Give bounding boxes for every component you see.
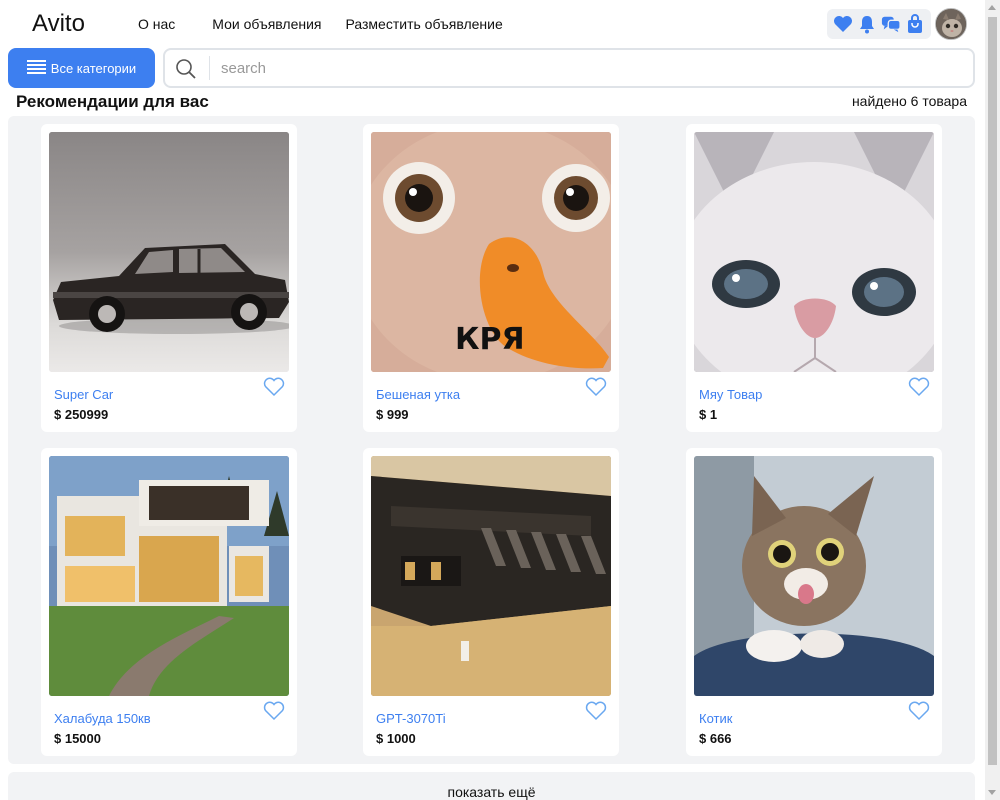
scroll-down-arrow[interactable]: [988, 790, 996, 795]
main-nav: О нас Мои объявления Разместить объявлен…: [138, 16, 503, 32]
vertical-scrollbar[interactable]: [985, 0, 1000, 800]
heart-icon[interactable]: [833, 14, 853, 34]
heart-outline-icon[interactable]: [585, 377, 607, 397]
product-title[interactable]: Мяу Товар: [699, 387, 762, 402]
all-categories-button[interactable]: Все категории: [8, 48, 155, 88]
heart-outline-icon[interactable]: [585, 701, 607, 721]
avatar[interactable]: [935, 8, 967, 40]
results-count: найдено 6 товара: [851, 93, 967, 109]
search-box: [163, 48, 975, 88]
product-price: $ 1000: [376, 731, 416, 746]
product-image[interactable]: [371, 456, 611, 696]
heart-outline-icon[interactable]: [263, 701, 285, 721]
product-card[interactable]: Мяу Товар $ 1: [686, 124, 942, 432]
product-image[interactable]: [694, 456, 934, 696]
image-caption: КРЯ: [455, 322, 525, 357]
show-more-label: показать ещё: [447, 784, 536, 800]
product-grid: Super Car $ 250999 КРЯ Бешеная утка $ 99…: [8, 116, 975, 764]
product-title[interactable]: GPT-3070Ti: [376, 711, 446, 726]
product-image[interactable]: [694, 132, 934, 372]
search-input[interactable]: [221, 57, 921, 79]
heart-outline-icon[interactable]: [908, 701, 930, 721]
product-card[interactable]: Super Car $ 250999: [41, 124, 297, 432]
product-card[interactable]: КРЯ Бешеная утка $ 999: [363, 124, 619, 432]
product-image[interactable]: КРЯ: [371, 132, 611, 372]
heart-outline-icon[interactable]: [908, 377, 930, 397]
product-image[interactable]: [49, 132, 289, 372]
section-title: Рекомендации для вас: [16, 92, 209, 111]
search-divider: [209, 56, 210, 80]
search-icon[interactable]: [175, 58, 197, 80]
product-title[interactable]: Бешеная утка: [376, 387, 460, 402]
header-icon-group: [827, 9, 931, 39]
product-title[interactable]: Халабуда 150кв: [54, 711, 151, 726]
nav-post-ad[interactable]: Разместить объявление: [346, 16, 503, 32]
product-price: $ 999: [376, 407, 409, 422]
product-card[interactable]: GPT-3070Ti $ 1000: [363, 448, 619, 756]
nav-my-ads[interactable]: Мои объявления: [212, 16, 321, 32]
product-image[interactable]: [49, 456, 289, 696]
product-price: $ 1: [699, 407, 718, 422]
product-price: $ 666: [699, 731, 732, 746]
scroll-up-arrow[interactable]: [988, 5, 996, 10]
show-more-button[interactable]: показать ещё: [8, 772, 975, 800]
all-categories-label: Все категории: [50, 60, 137, 76]
shopping-bag-icon[interactable]: [905, 14, 925, 34]
header: Avito О нас Мои объявления Разместить об…: [0, 0, 985, 48]
product-price: $ 250999: [54, 407, 109, 422]
product-price: $ 15000: [54, 731, 101, 746]
product-title[interactable]: Super Car: [54, 387, 113, 402]
product-card[interactable]: Халабуда 150кв $ 15000: [41, 448, 297, 756]
product-card[interactable]: Котик $ 666: [686, 448, 942, 756]
hamburger-icon: [26, 59, 47, 78]
heart-outline-icon[interactable]: [263, 377, 285, 397]
bell-icon[interactable]: [857, 14, 877, 34]
logo[interactable]: Avito: [32, 10, 85, 38]
chat-icon[interactable]: [881, 14, 901, 34]
nav-about[interactable]: О нас: [138, 16, 175, 32]
page: Avito О нас Мои объявления Разместить об…: [0, 0, 1000, 800]
product-title[interactable]: Котик: [699, 711, 732, 726]
scrollbar-thumb[interactable]: [988, 17, 997, 765]
